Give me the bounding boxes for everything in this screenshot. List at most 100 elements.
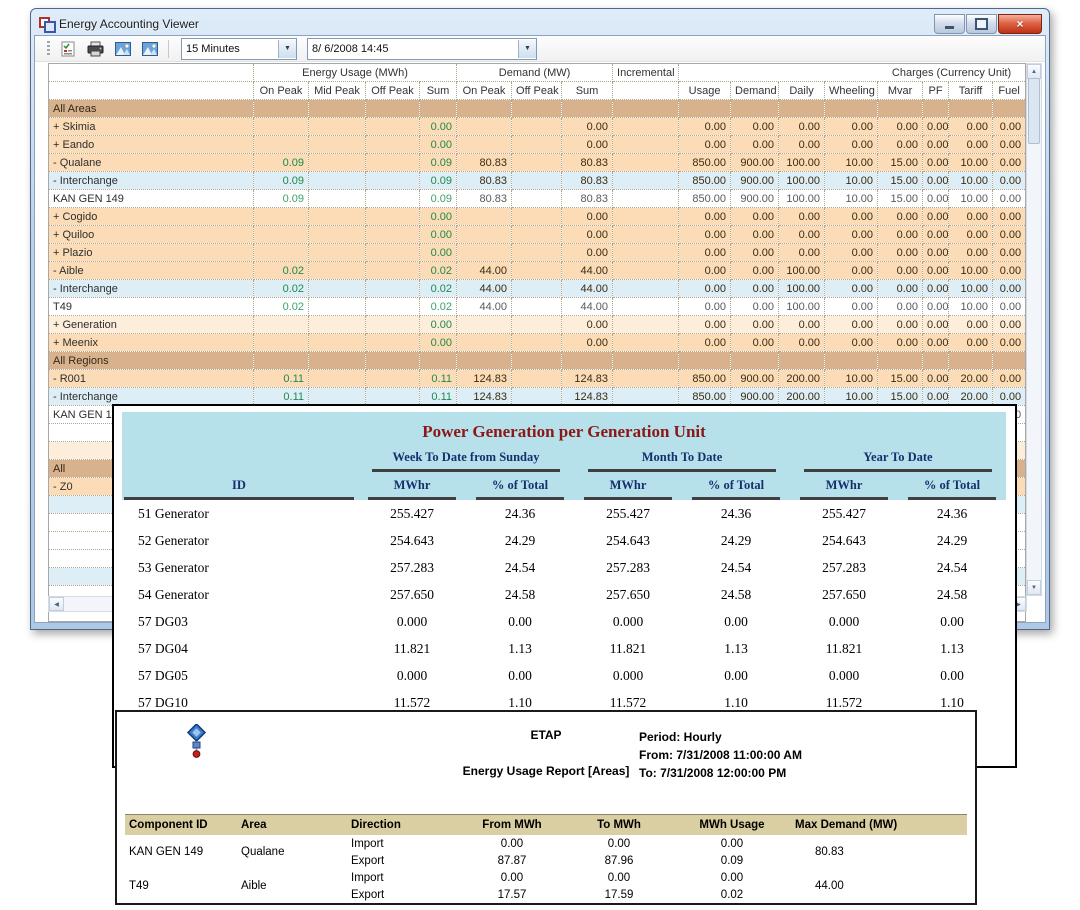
grid-cell[interactable]: 0.00	[878, 316, 923, 334]
grid-cell[interactable]: 0.00	[562, 226, 613, 244]
grid-cell[interactable]	[613, 316, 679, 334]
grid-cell[interactable]: 0.00	[923, 388, 949, 406]
grid-cell[interactable]: 0.00	[993, 154, 1026, 172]
grid-cell[interactable]	[512, 154, 562, 172]
grid-cell[interactable]: 0.00	[993, 370, 1026, 388]
grid-cell[interactable]: 0.00	[420, 226, 457, 244]
grid-cell[interactable]	[254, 208, 309, 226]
col-header[interactable]: Mid Peak	[309, 82, 366, 100]
grid-cell[interactable]: 0.00	[420, 208, 457, 226]
grid-cell[interactable]	[254, 118, 309, 136]
grid-cell[interactable]: 15.00	[878, 370, 923, 388]
grid-row[interactable]: + Quiloo0.000.000.000.000.000.000.000.00…	[49, 226, 1026, 244]
grid-cell[interactable]: 0.00	[779, 136, 825, 154]
grid-cell[interactable]	[366, 244, 420, 262]
grid-cell[interactable]: 0.00	[731, 118, 779, 136]
grid-cell[interactable]: 0.00	[779, 244, 825, 262]
grid-cell[interactable]: 0.00	[779, 118, 825, 136]
grid-cell[interactable]	[562, 352, 613, 370]
grid-cell[interactable]	[366, 208, 420, 226]
grid-cell[interactable]: 0.00	[825, 298, 878, 316]
grid-cell[interactable]	[613, 370, 679, 388]
grid-cell[interactable]: 200.00	[779, 388, 825, 406]
grid-cell[interactable]	[779, 352, 825, 370]
vertical-scroll-thumb[interactable]	[1028, 78, 1040, 144]
grid-cell[interactable]	[366, 316, 420, 334]
grid-cell[interactable]	[512, 370, 562, 388]
grid-cell[interactable]: 0.00	[731, 262, 779, 280]
grid-cell[interactable]	[457, 334, 512, 352]
grid-cell[interactable]: 900.00	[731, 388, 779, 406]
grid-cell[interactable]: 0.00	[923, 262, 949, 280]
grid-cell[interactable]: 0.00	[993, 316, 1026, 334]
grid-cell[interactable]	[309, 244, 366, 262]
datetime-select[interactable]: 8/ 6/2008 14:45 ▼	[307, 38, 537, 60]
grid-cell[interactable]: 100.00	[779, 190, 825, 208]
grid-cell[interactable]	[512, 298, 562, 316]
grid-cell[interactable]	[512, 100, 562, 118]
grid-cell[interactable]: 900.00	[731, 172, 779, 190]
col-header[interactable]: Mvar	[878, 82, 923, 100]
grid-cell[interactable]: 44.00	[562, 280, 613, 298]
grid-cell[interactable]: 0.00	[779, 316, 825, 334]
grid-cell[interactable]	[457, 208, 512, 226]
scroll-down-icon[interactable]: ▼	[1027, 580, 1041, 595]
grid-cell[interactable]: 0.00	[878, 208, 923, 226]
grid-cell[interactable]: 0.02	[254, 262, 309, 280]
grid-cell[interactable]: 10.00	[825, 370, 878, 388]
grid-cell[interactable]	[457, 244, 512, 262]
grid-row[interactable]: - Interchange0.110.11124.83124.83850.009…	[49, 388, 1026, 406]
grid-cell[interactable]: 0.00	[993, 136, 1026, 154]
grid-cell[interactable]: 0.00	[949, 244, 993, 262]
grid-cell[interactable]: 0.00	[923, 172, 949, 190]
grid-cell[interactable]: 10.00	[949, 172, 993, 190]
chevron-down-icon[interactable]: ▼	[278, 40, 296, 58]
grid-cell[interactable]	[679, 352, 731, 370]
grid-cell[interactable]	[613, 298, 679, 316]
grid-cell[interactable]: 0.09	[420, 154, 457, 172]
grid-cell[interactable]: 0.00	[679, 226, 731, 244]
grid-cell[interactable]: 0.00	[993, 226, 1026, 244]
grid-cell[interactable]: 0.00	[562, 118, 613, 136]
grid-cell[interactable]: 0.09	[420, 190, 457, 208]
grid-cell[interactable]: 0.00	[420, 118, 457, 136]
grid-cell[interactable]	[613, 154, 679, 172]
grid-cell[interactable]	[309, 136, 366, 154]
grid-cell[interactable]	[366, 370, 420, 388]
grid-cell[interactable]: 0.00	[779, 208, 825, 226]
grid-cell[interactable]: 0.00	[825, 244, 878, 262]
grid-cell[interactable]: 0.00	[993, 118, 1026, 136]
grid-cell[interactable]: 20.00	[949, 388, 993, 406]
grid-row[interactable]: + Cogido0.000.000.000.000.000.000.000.00…	[49, 208, 1026, 226]
grid-cell[interactable]	[457, 316, 512, 334]
titlebar[interactable]: Energy Accounting Viewer ×	[34, 12, 1046, 35]
grid-cell[interactable]: 0.00	[993, 298, 1026, 316]
grid-cell[interactable]	[309, 370, 366, 388]
grid-cell[interactable]	[309, 334, 366, 352]
grid-cell[interactable]: 0.02	[420, 280, 457, 298]
grid-cell[interactable]: 0.00	[993, 388, 1026, 406]
grid-cell[interactable]: 0.00	[878, 280, 923, 298]
grid-cell[interactable]	[309, 100, 366, 118]
grid-cell[interactable]	[613, 352, 679, 370]
row-label[interactable]: + Plazio	[49, 244, 254, 262]
grid-cell[interactable]: 0.09	[254, 190, 309, 208]
grid-cell[interactable]	[512, 334, 562, 352]
grid-cell[interactable]	[512, 208, 562, 226]
grid-row[interactable]: - Interchange0.090.0980.8380.83850.00900…	[49, 172, 1026, 190]
grid-cell[interactable]: 0.00	[923, 316, 949, 334]
grid-cell[interactable]: 850.00	[679, 172, 731, 190]
col-header[interactable]: Demand	[731, 82, 779, 100]
grid-cell[interactable]: 0.00	[923, 154, 949, 172]
grid-cell[interactable]: 850.00	[679, 388, 731, 406]
grid-cell[interactable]	[366, 352, 420, 370]
grid-cell[interactable]	[949, 100, 993, 118]
grid-cell[interactable]	[512, 262, 562, 280]
grid-cell[interactable]: 0.00	[878, 118, 923, 136]
grid-cell[interactable]: 100.00	[779, 154, 825, 172]
grid-cell[interactable]	[512, 280, 562, 298]
row-label[interactable]: - Interchange	[49, 388, 254, 406]
grid-cell[interactable]: 0.11	[254, 388, 309, 406]
row-label[interactable]: + Quiloo	[49, 226, 254, 244]
grid-cell[interactable]	[512, 388, 562, 406]
